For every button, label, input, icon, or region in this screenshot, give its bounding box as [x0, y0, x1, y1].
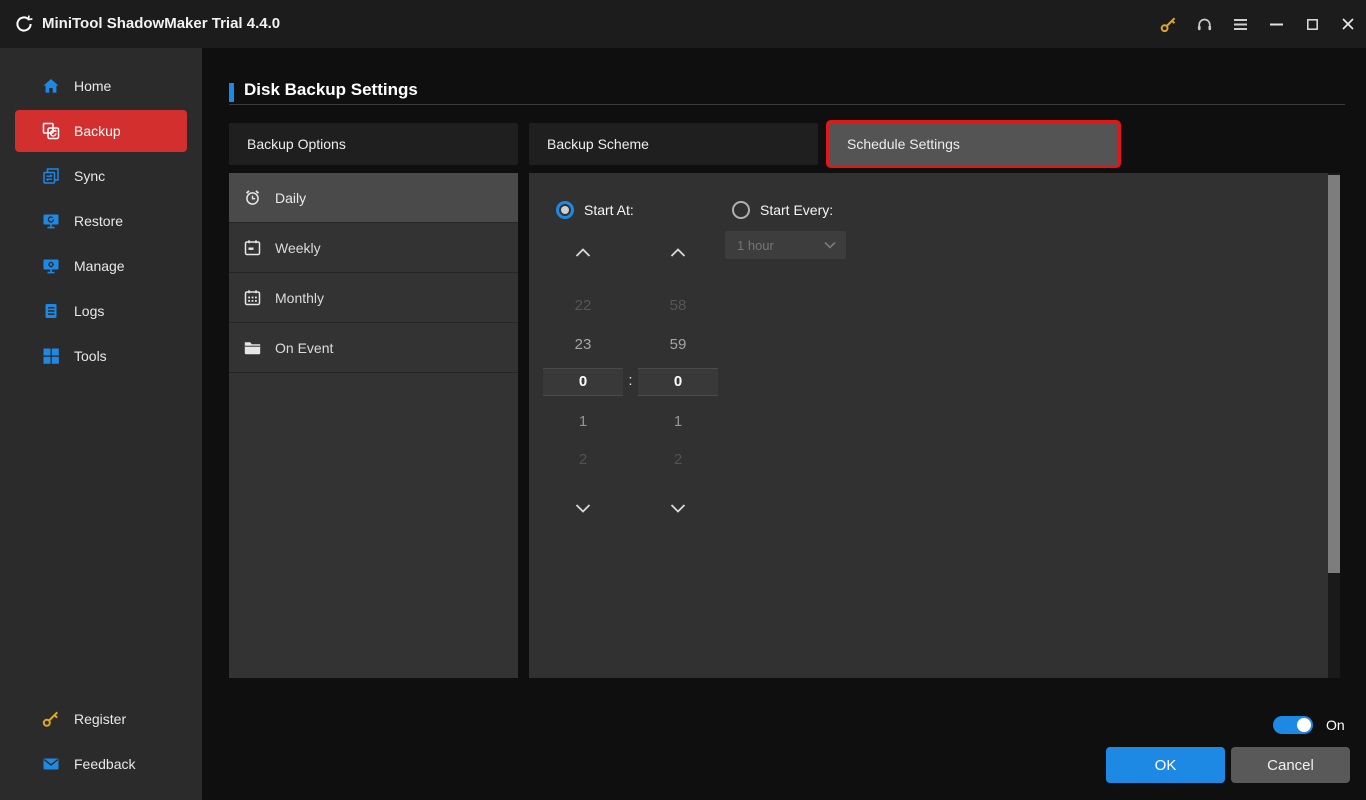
- sidebar-item-label: Tools: [74, 347, 107, 364]
- sidebar-bottom: Register Feedback: [0, 696, 202, 786]
- sidebar-item-feedback[interactable]: Feedback: [0, 741, 202, 786]
- schedule-toggle[interactable]: [1273, 716, 1313, 734]
- interval-dropdown[interactable]: 1 hour: [725, 231, 846, 259]
- hour-option[interactable]: 23: [543, 332, 623, 358]
- sidebar-item-register[interactable]: Register: [0, 696, 202, 741]
- minute-option[interactable]: 59: [638, 332, 718, 358]
- sidebar-item-label: Sync: [74, 167, 106, 184]
- frequency-panel: Daily Weekly Monthly On Event: [229, 173, 518, 678]
- frequency-item-weekly[interactable]: Weekly: [229, 223, 518, 273]
- sync-icon: [42, 167, 60, 185]
- time-separator: :: [628, 372, 633, 389]
- sidebar-item-label: Backup: [74, 123, 121, 139]
- scrollbar-thumb[interactable]: [1328, 175, 1340, 573]
- frequency-item-on-event[interactable]: On Event: [229, 323, 518, 373]
- start-at-label: Start At:: [584, 202, 634, 218]
- minitool-logo-icon: [14, 14, 34, 34]
- frequency-label: Daily: [275, 189, 307, 206]
- minute-option[interactable]: 2: [638, 447, 718, 473]
- title-accent-bar: [229, 83, 234, 102]
- window-title: MiniTool ShadowMaker Trial 4.4.0: [42, 15, 281, 32]
- sidebar-item-label: Logs: [74, 302, 105, 319]
- tab-backup-options[interactable]: Backup Options: [229, 123, 518, 165]
- envelope-icon: [42, 755, 60, 773]
- minimize-icon[interactable]: [1258, 0, 1294, 48]
- tab-backup-scheme[interactable]: Backup Scheme: [529, 123, 818, 165]
- sidebar-item-logs[interactable]: Logs: [0, 288, 202, 333]
- frequency-item-monthly[interactable]: Monthly: [229, 273, 518, 323]
- hour-option[interactable]: 1: [543, 409, 623, 435]
- sidebar-item-restore[interactable]: Restore: [0, 198, 202, 243]
- alarm-clock-icon: [243, 188, 262, 207]
- page-title: Disk Backup Settings: [244, 80, 418, 99]
- folder-icon: [243, 338, 262, 357]
- ok-button[interactable]: OK: [1106, 747, 1225, 783]
- tools-icon: [42, 347, 60, 365]
- sidebar-item-label: Register: [74, 710, 127, 727]
- logs-icon: [42, 302, 60, 320]
- header-divider: [229, 104, 1345, 105]
- chevron-down-icon: [824, 241, 836, 249]
- frequency-item-daily[interactable]: Daily: [229, 173, 518, 223]
- sidebar-item-backup[interactable]: Backup: [15, 110, 187, 152]
- interval-value: 1 hour: [737, 237, 774, 253]
- frequency-label: On Event: [275, 339, 334, 356]
- toggle-knob: [1297, 718, 1311, 732]
- hour-selected-value: 0: [543, 368, 623, 396]
- sidebar-item-label: Feedback: [74, 755, 136, 772]
- sidebar-item-home[interactable]: Home: [0, 63, 202, 108]
- restore-icon: [42, 212, 60, 230]
- sidebar-item-label: Restore: [74, 212, 124, 229]
- frequency-label: Weekly: [275, 239, 321, 256]
- hour-up-icon[interactable]: [543, 247, 623, 258]
- start-at-radio[interactable]: Start At:: [556, 201, 634, 219]
- frequency-label: Monthly: [275, 289, 325, 306]
- start-every-label: Start Every:: [760, 202, 834, 218]
- calendar-month-icon: [243, 288, 262, 307]
- start-every-radio[interactable]: Start Every:: [732, 201, 833, 219]
- minute-down-icon[interactable]: [638, 503, 718, 514]
- menu-icon[interactable]: [1222, 0, 1258, 48]
- key-icon: [42, 710, 60, 728]
- backup-icon: [42, 122, 60, 140]
- titlebar: MiniTool ShadowMaker Trial 4.4.0: [0, 0, 1366, 48]
- minute-selected-value: 0: [638, 368, 718, 396]
- minute-up-icon[interactable]: [638, 247, 718, 258]
- minute-option[interactable]: 58: [638, 293, 718, 319]
- hour-down-icon[interactable]: [543, 503, 623, 514]
- sidebar-nav: Home Backup Sync Restore Manage Logs Too…: [0, 63, 202, 378]
- close-icon[interactable]: [1330, 0, 1366, 48]
- hour-option[interactable]: 2: [543, 447, 623, 473]
- radio-selected-icon: [556, 201, 574, 219]
- sidebar-item-manage[interactable]: Manage: [0, 243, 202, 288]
- app-window: MiniTool ShadowMaker Trial 4.4.0 Home Ba…: [0, 0, 1366, 800]
- sidebar-item-sync[interactable]: Sync: [0, 153, 202, 198]
- tab-schedule-settings[interactable]: Schedule Settings: [829, 123, 1118, 165]
- radio-unselected-icon: [732, 201, 750, 219]
- toggle-state-label: On: [1326, 717, 1345, 733]
- minute-option[interactable]: 1: [638, 409, 718, 435]
- sidebar-item-tools[interactable]: Tools: [0, 333, 202, 378]
- titlebar-buttons: [1150, 0, 1366, 48]
- headset-icon[interactable]: [1186, 0, 1222, 48]
- scrollbar-track[interactable]: [1328, 173, 1340, 678]
- calendar-week-icon: [243, 238, 262, 257]
- sidebar-item-label: Home: [74, 77, 112, 94]
- key-icon[interactable]: [1150, 0, 1186, 48]
- maximize-icon[interactable]: [1294, 0, 1330, 48]
- hour-option[interactable]: 22: [543, 293, 623, 319]
- home-icon: [42, 77, 60, 95]
- manage-icon: [42, 257, 60, 275]
- sidebar-item-label: Manage: [74, 257, 125, 274]
- sidebar: Home Backup Sync Restore Manage Logs Too…: [0, 48, 202, 800]
- schedule-content-panel: Start At: Start Every: 1 hour 22 23 0 1 …: [529, 173, 1340, 678]
- cancel-button[interactable]: Cancel: [1231, 747, 1350, 783]
